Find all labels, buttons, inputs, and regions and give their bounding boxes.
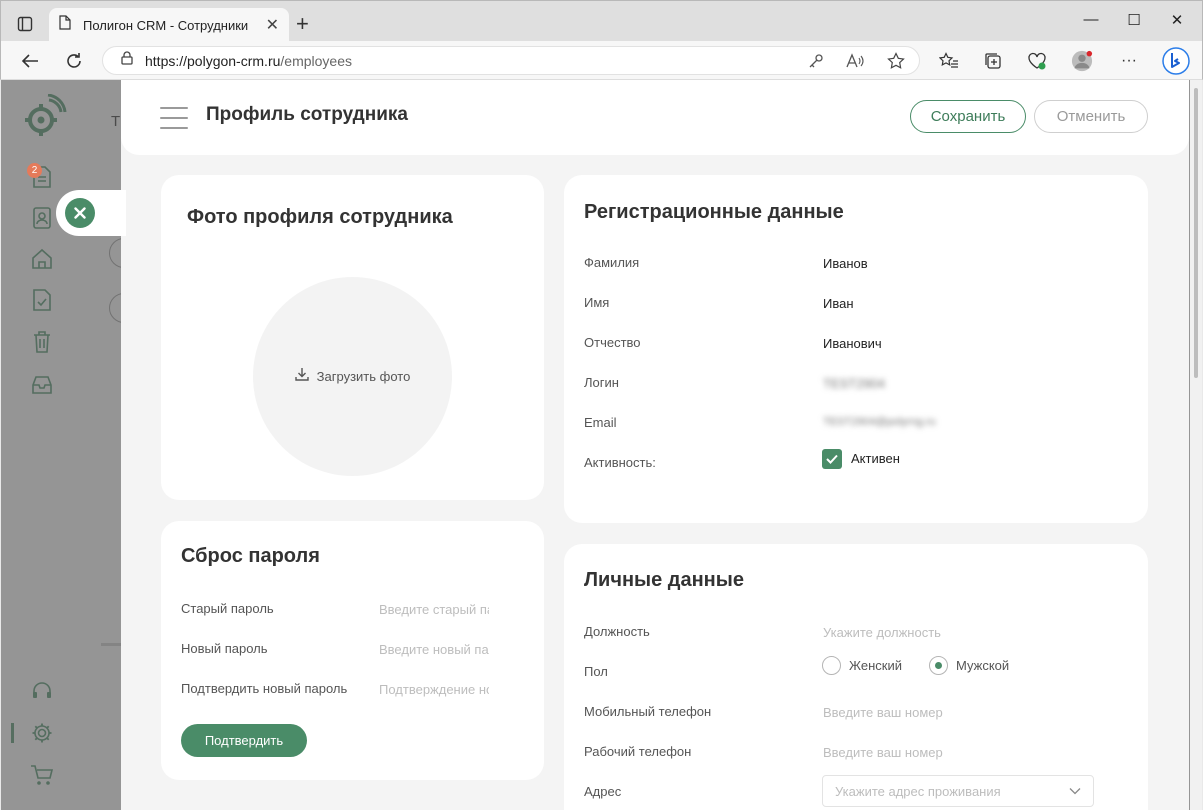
read-aloud-icon[interactable] [846,52,864,70]
last-name-label: Фамилия [584,255,640,270]
login-label: Логин [584,375,619,390]
favorite-star-icon[interactable] [887,52,905,70]
scrollbar[interactable] [1190,80,1202,810]
email-label: Email [584,415,617,430]
patronymic-label: Отчество [584,335,641,350]
copilot-icon[interactable] [1161,46,1191,76]
old-password-label: Старый пароль [181,601,274,616]
personal-data-card: Личные данные Должность Укажите должност… [564,544,1148,810]
gender-label: Пол [584,664,608,679]
browser-toolbar: https://polygon-crm.ru/employees ··· [0,41,1203,80]
health-icon[interactable] [1026,50,1048,72]
confirm-password-label: Подтвердить новый пароль [181,681,348,696]
menu-icon[interactable] [160,107,188,131]
key-icon[interactable] [807,52,825,70]
gender-female-radio[interactable] [822,656,841,675]
confirm-button[interactable]: Подтвердить [181,724,307,757]
password-card-title: Сброс пароля [181,545,320,567]
address-select[interactable]: Укажите адрес проживания [822,775,1094,807]
position-label: Должность [584,624,650,639]
email-value[interactable]: TEST2904@polyrng.ru [823,416,936,428]
registration-card: Регистрационные данные Фамилия Иванов Им… [564,175,1148,523]
first-name-value[interactable]: Иван [823,296,854,311]
gender-male-label: Мужской [956,658,1010,673]
photo-card: Фото профиля сотрудника Загрузить фото [161,175,544,500]
work-phone-input[interactable]: Введите ваш номер [823,745,943,760]
browser-tab[interactable]: Полигон CRM - Сотрудники ✕ [49,8,289,42]
new-tab-icon[interactable]: + [296,13,309,35]
gender-male-radio[interactable] [929,656,948,675]
old-password-input[interactable]: Введите старый пароль [379,602,489,617]
activity-label: Активность: [584,455,656,470]
last-name-value[interactable]: Иванов [823,256,868,271]
personal-card-title: Личные данные [584,569,744,591]
active-checkbox-label: Активен [851,451,900,466]
profile-avatar-icon[interactable] [1071,50,1093,72]
tab-title: Полигон CRM - Сотрудники [83,17,249,33]
position-input[interactable]: Укажите должность [823,625,941,640]
confirm-password-input[interactable]: Подтверждение нового пароля [379,682,489,697]
back-icon[interactable] [18,49,42,73]
maximize-icon[interactable]: ☐ [1124,11,1144,29]
work-phone-label: Рабочий телефон [584,744,692,759]
active-checkbox[interactable] [822,449,842,469]
refresh-icon[interactable] [62,49,86,73]
lock-icon[interactable] [121,51,133,70]
cancel-button[interactable]: Отменить [1034,100,1148,133]
new-password-label: Новый пароль [181,641,268,656]
scrollbar-thumb[interactable] [1194,88,1198,378]
gender-female-label: Женский [849,658,902,673]
page-icon [59,15,71,35]
tab-actions-icon[interactable] [13,12,37,36]
upload-photo-button[interactable]: Загрузить фото [253,277,452,476]
close-window-icon[interactable]: ✕ [1167,11,1187,29]
first-name-label: Имя [584,295,610,310]
login-value[interactable]: TEST2904 [823,376,885,391]
close-drawer-button[interactable] [56,190,126,236]
password-reset-card: Сброс пароля Старый пароль Введите стары… [161,521,544,780]
mobile-phone-label: Мобильный телефон [584,704,712,719]
address-label: Адрес [584,784,622,799]
chevron-down-icon [1069,782,1081,800]
close-icon[interactable] [65,198,95,228]
page-title: Профиль сотрудника [206,104,408,125]
employee-profile-drawer: Профиль сотрудника Сохранить Отменить Фо… [121,80,1189,810]
address-bar[interactable]: https://polygon-crm.ru/employees [102,46,920,75]
notification-badge: 2 [27,163,42,178]
photo-card-title: Фото профиля сотрудника [187,206,453,228]
registration-card-title: Регистрационные данные [584,201,844,223]
new-password-input[interactable]: Введите новый пароль [379,642,489,657]
patronymic-value[interactable]: Иванович [823,336,882,351]
address-placeholder: Укажите адрес проживания [835,783,1001,799]
collections-icon[interactable] [982,50,1004,72]
more-menu-icon[interactable]: ··· [1118,50,1140,72]
close-tab-icon[interactable]: ✕ [266,15,279,35]
upload-photo-label: Загрузить фото [316,369,411,384]
drawer-header: Профиль сотрудника Сохранить Отменить [121,80,1189,155]
favorites-icon[interactable] [938,50,960,72]
url-text: https://polygon-crm.ru/employees [145,52,352,69]
save-button[interactable]: Сохранить [910,100,1026,133]
mobile-phone-input[interactable]: Введите ваш номер [823,705,943,720]
browser-tab-bar: Полигон CRM - Сотрудники ✕ + — ☐ ✕ [0,0,1203,42]
minimize-icon[interactable]: — [1081,11,1101,28]
download-icon [294,367,309,386]
